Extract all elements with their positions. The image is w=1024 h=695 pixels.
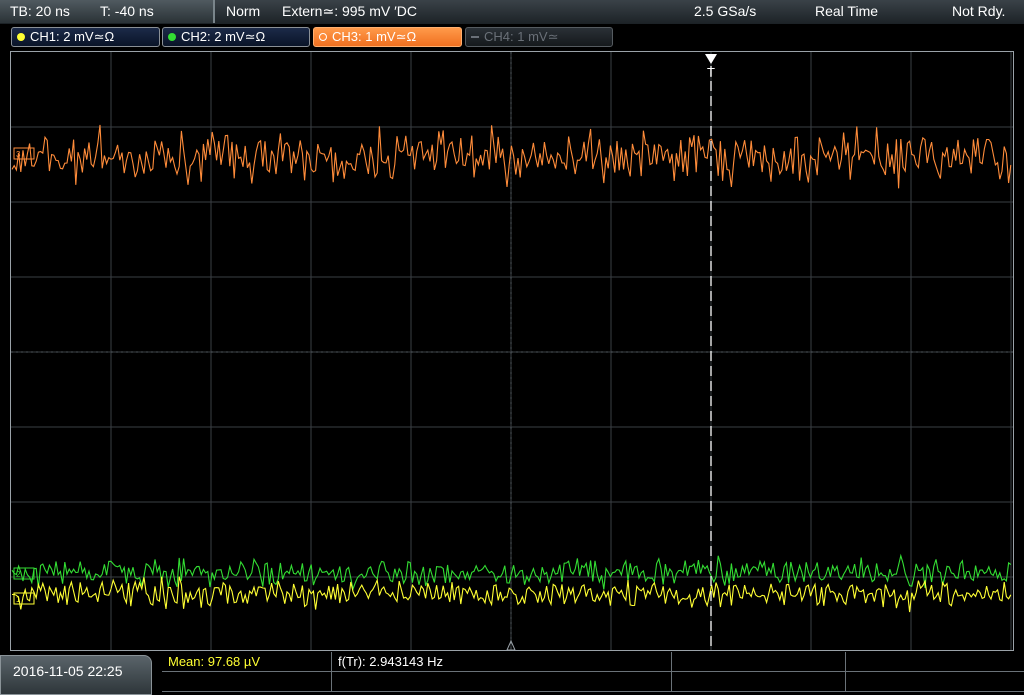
ch4-label: CH4: 1 mV≃ [484,29,559,44]
trigger-marker-icon[interactable] [705,54,717,64]
trigger-state: Not Rdy. [952,3,1006,19]
ch3-label: CH3: 1 mV≃Ω [332,29,417,44]
datetime-display: 2016-11-05 22:25 [0,655,152,695]
measurement-slot-7[interactable] [672,672,846,692]
sample-rate: 2.5 GSa/s [694,3,757,19]
svg-text:2: 2 [16,570,21,579]
measurement-slot-4[interactable] [846,652,1024,672]
measurement-slot-3[interactable] [672,652,846,672]
channel-bar: CH1: 2 mV≃Ω CH2: 2 mV≃Ω CH3: 1 mV≃Ω CH4:… [0,24,1024,51]
frequency-measurement-value: f(Tr): 2.943143 Hz [338,654,444,669]
channel-tab-ch2[interactable]: CH2: 2 mV≃Ω [162,27,310,47]
status-bar: TB: 20 ns T: -40 ns Norm Extern≃: 995 mV… [0,0,1024,25]
ch1-indicator-icon [17,33,25,41]
measurement-panel: Mean: 97.68 µV f(Tr): 2.943143 Hz [162,652,1024,695]
waveform-display[interactable]: T 3 2 1 [10,51,1014,651]
timebase-value[interactable]: TB: 20 ns [10,3,70,19]
svg-text:3: 3 [16,150,21,159]
channel-tab-ch1[interactable]: CH1: 2 mV≃Ω [11,27,160,47]
trigger-mode[interactable]: Norm [226,3,260,19]
frequency-measurement[interactable]: f(Tr): 2.943143 Hz [332,652,672,672]
ch4-indicator-icon [471,36,479,38]
graticule: T 3 2 1 [11,52,1013,650]
trigger-marker-label: T [707,65,715,80]
timebase-box[interactable]: TB: 20 ns T: -40 ns [0,0,215,23]
channel-tab-ch3[interactable]: CH3: 1 mV≃Ω [313,27,462,47]
ch2-label: CH2: 2 mV≃Ω [181,29,266,44]
trigger-source[interactable]: Extern≃: 995 mV ′DC [282,3,417,20]
measurement-slot-6[interactable] [332,672,672,692]
acquisition-mode: Real Time [815,3,879,19]
ch1-label: CH1: 2 mV≃Ω [30,29,115,44]
trigger-position-value[interactable]: T: -40 ns [100,3,154,19]
mean-measurement-value: Mean: 97.68 µV [168,654,261,669]
ch2-indicator-icon [168,33,176,41]
measurement-slot-5[interactable] [162,672,332,692]
channel-tab-ch4[interactable]: CH4: 1 mV≃ [465,27,613,47]
mean-measurement[interactable]: Mean: 97.68 µV [162,652,332,672]
ch3-indicator-icon [319,33,327,41]
measurement-slot-8[interactable] [846,672,1024,692]
svg-text:1: 1 [16,595,21,604]
